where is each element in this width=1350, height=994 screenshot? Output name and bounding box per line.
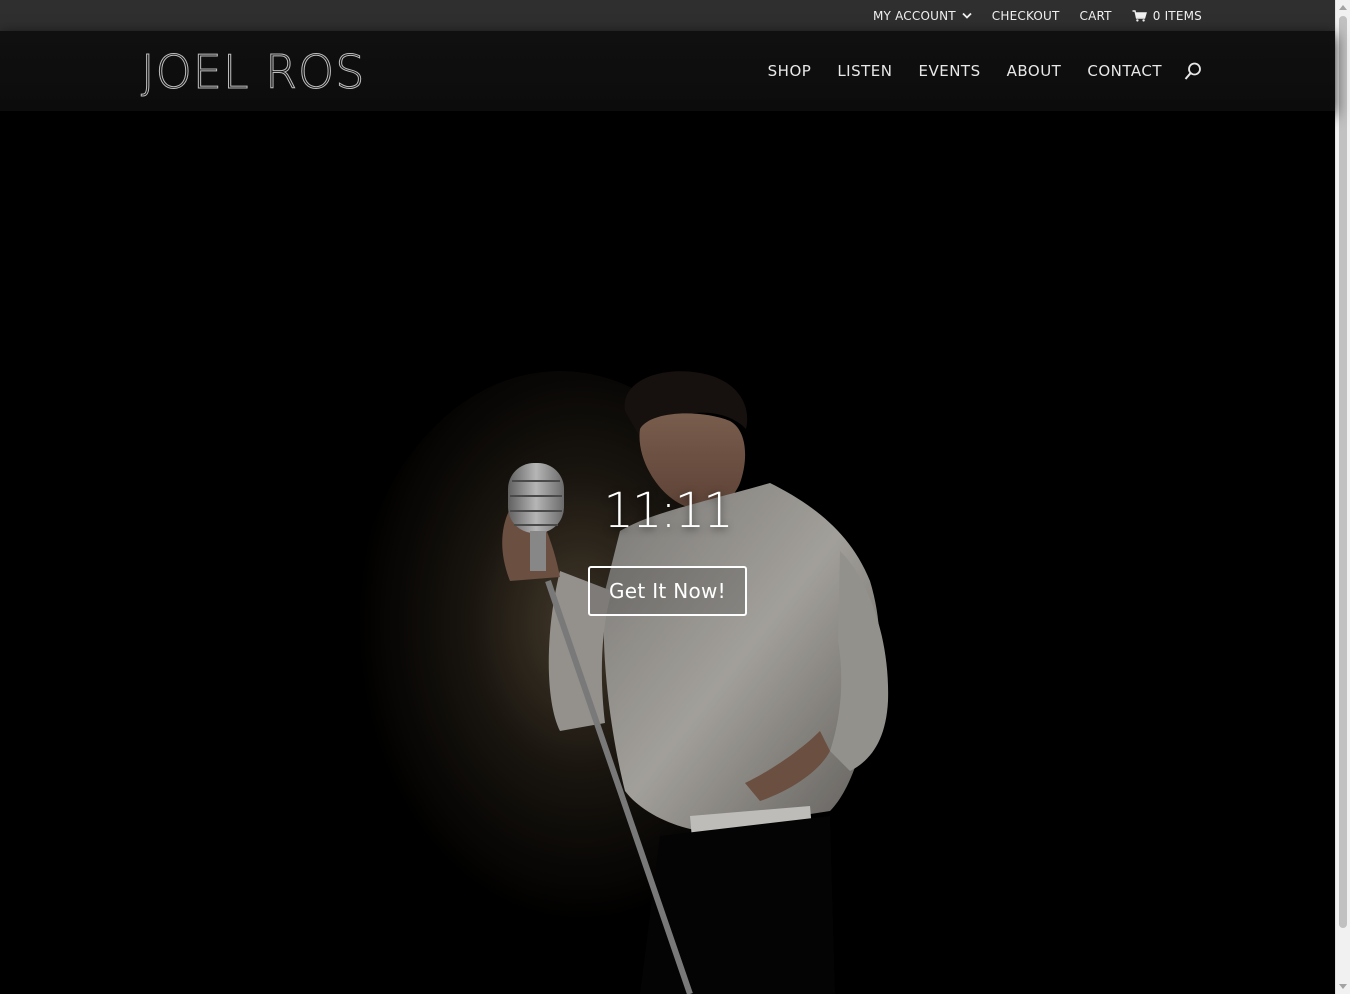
- nav-item-events[interactable]: EVENTS: [918, 62, 980, 80]
- nav-item-shop[interactable]: SHOP: [768, 62, 812, 80]
- my-account-label: MY ACCOUNT: [872, 8, 956, 23]
- get-it-now-button[interactable]: Get It Now!: [588, 566, 747, 616]
- site-header: JOEL ROS SHOP LISTEN EVENTS ABOUT CONTAC…: [0, 31, 1335, 111]
- search-button[interactable]: [1184, 62, 1202, 81]
- cart-label: CART: [1079, 8, 1112, 23]
- cart-items-link[interactable]: 0 ITEMS: [1132, 9, 1202, 23]
- scrollbar[interactable]: [1335, 0, 1350, 994]
- scroll-down-arrow-icon[interactable]: [1339, 984, 1347, 989]
- scroll-up-arrow-icon[interactable]: [1339, 5, 1347, 10]
- nav-item-contact[interactable]: CONTACT: [1087, 62, 1162, 80]
- cart-icon: [1132, 9, 1147, 22]
- nav-item-about[interactable]: ABOUT: [1007, 62, 1062, 80]
- cart-items-count: 0 ITEMS: [1152, 8, 1202, 23]
- main-nav: SHOP LISTEN EVENTS ABOUT CONTACT: [742, 31, 1202, 111]
- site-logo[interactable]: JOEL ROS: [140, 45, 365, 100]
- scrollbar-thumb[interactable]: [1339, 16, 1347, 928]
- hero-overlay: [0, 111, 1335, 994]
- secondary-nav: MY ACCOUNT CHECKOUT CART 0 ITEMS: [873, 0, 1202, 31]
- checkout-label: CHECKOUT: [991, 8, 1060, 23]
- chevron-down-icon: [962, 12, 972, 19]
- cart-link[interactable]: CART: [1080, 9, 1112, 23]
- checkout-link[interactable]: CHECKOUT: [992, 9, 1060, 23]
- hero-title: 11:11: [603, 483, 733, 539]
- my-account-menu[interactable]: MY ACCOUNT: [873, 9, 972, 23]
- hero-section: 11:11 Get It Now!: [0, 111, 1335, 994]
- top-bar: MY ACCOUNT CHECKOUT CART 0 ITEMS: [0, 0, 1335, 31]
- search-icon: [1184, 62, 1201, 80]
- nav-item-listen[interactable]: LISTEN: [837, 62, 892, 80]
